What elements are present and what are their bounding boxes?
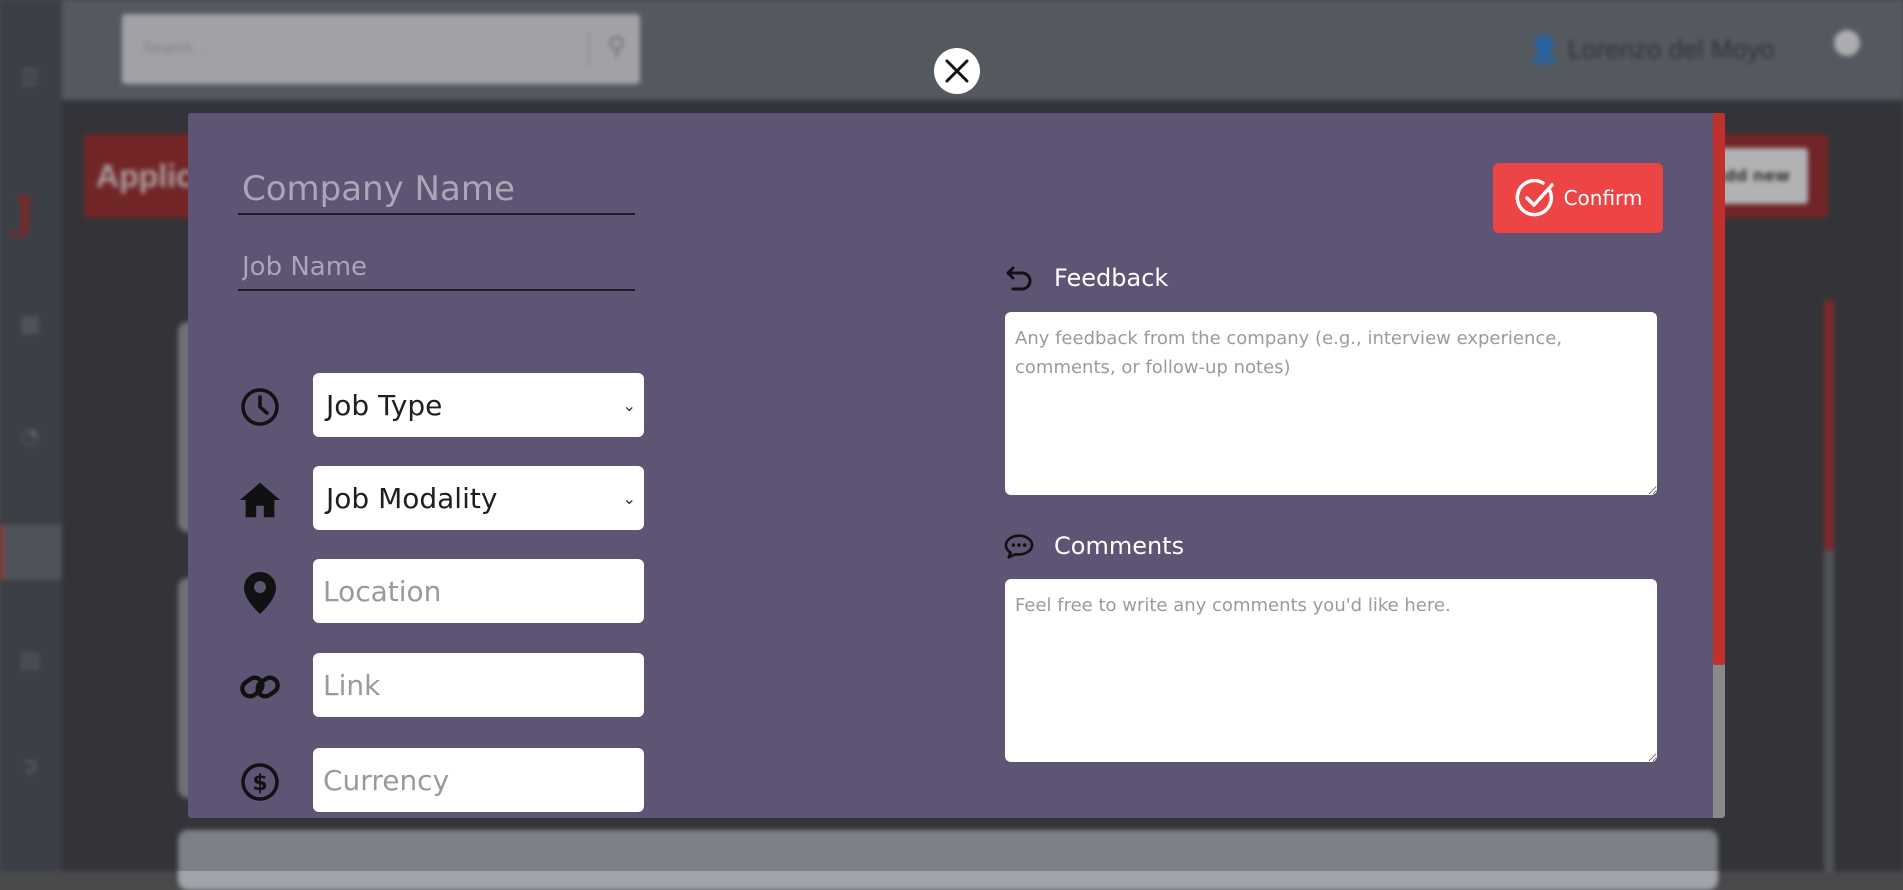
comments-textarea[interactable] — [1005, 579, 1657, 762]
chat-bubble-icon — [1004, 531, 1034, 561]
feedback-label: Feedback — [1054, 264, 1169, 292]
comments-label: Comments — [1054, 532, 1185, 560]
confirm-button[interactable]: Confirm — [1493, 163, 1663, 233]
chevron-down-icon: ⌄ — [622, 488, 636, 508]
link-input[interactable] — [313, 653, 644, 717]
add-application-modal: Job Type ⌄ Job Modality ⌄ $ — [188, 113, 1725, 818]
modal-scrollbar-thumb[interactable] — [1713, 113, 1725, 665]
currency-row: $ — [238, 748, 658, 812]
location-input[interactable] — [313, 559, 644, 623]
job-modality-row: Job Modality ⌄ — [238, 466, 658, 530]
job-type-select[interactable]: Job Type ⌄ — [313, 373, 644, 437]
link-icon — [238, 665, 282, 709]
job-type-value: Job Type — [326, 388, 443, 422]
job-modality-select[interactable]: Job Modality ⌄ — [313, 466, 644, 530]
map-pin-icon — [238, 571, 282, 615]
company-name-input[interactable] — [238, 165, 635, 215]
job-modality-value: Job Modality — [326, 481, 498, 515]
svg-text:$: $ — [252, 771, 267, 796]
job-name-input[interactable] — [238, 245, 635, 291]
clock-icon — [238, 385, 282, 429]
chevron-down-icon: ⌄ — [622, 395, 636, 415]
dollar-coin-icon: $ — [238, 760, 282, 804]
close-icon — [945, 59, 969, 83]
home-icon — [238, 478, 282, 522]
close-button[interactable] — [934, 48, 980, 94]
feedback-heading: Feedback — [1004, 263, 1168, 293]
undo-arrow-icon — [1004, 263, 1034, 293]
feedback-textarea[interactable] — [1005, 312, 1657, 495]
confirm-label: Confirm — [1563, 186, 1643, 210]
modal-scrollbar[interactable] — [1713, 113, 1725, 818]
currency-input[interactable] — [313, 748, 644, 812]
check-circle-icon — [1515, 178, 1554, 217]
comments-heading: Comments — [1004, 531, 1184, 561]
link-row — [238, 653, 658, 717]
location-row — [238, 559, 658, 623]
job-type-row: Job Type ⌄ — [238, 373, 658, 437]
